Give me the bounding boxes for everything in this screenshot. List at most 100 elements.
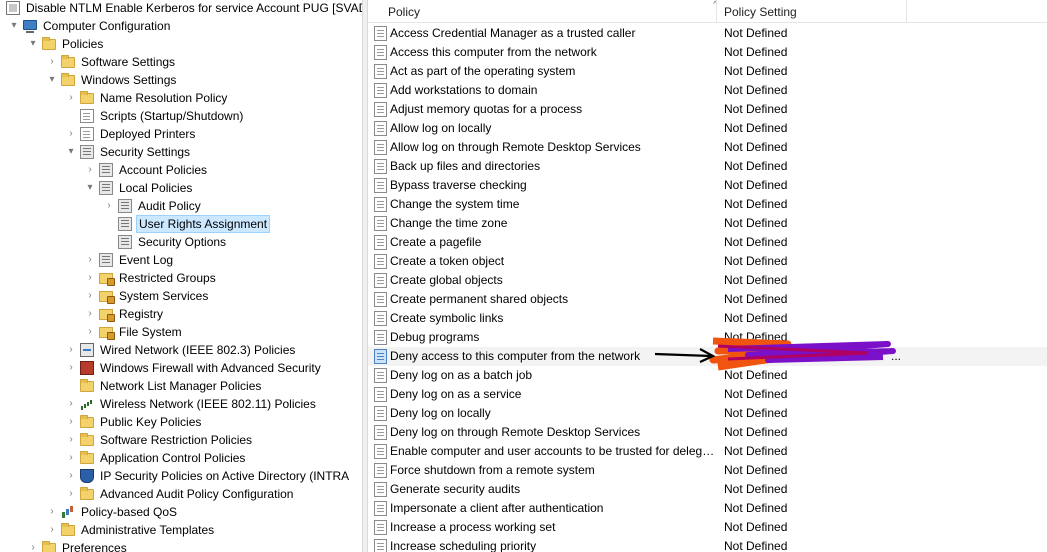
policy-icon <box>374 102 387 117</box>
tree-node-label[interactable]: Registry <box>117 305 165 323</box>
expand-chevron-icon[interactable]: › <box>66 449 76 467</box>
policy-row[interactable]: Deny log on as a service Not Defined <box>368 385 1047 404</box>
expand-chevron-icon[interactable]: › <box>66 413 76 431</box>
policy-row[interactable]: Impersonate a client after authenticatio… <box>368 499 1047 518</box>
tree-node-label[interactable]: Administrative Templates <box>79 521 216 539</box>
column-header-policy[interactable]: Policy <box>384 0 716 22</box>
policy-row[interactable]: Generate security audits Not Defined <box>368 480 1047 499</box>
tree-node-label[interactable]: File System <box>117 323 184 341</box>
tree-node-label[interactable]: Policy-based QoS <box>79 503 179 521</box>
policy-row[interactable]: Deny access to this computer from the ne… <box>368 347 1047 366</box>
collapse-chevron-icon[interactable]: ▾ <box>28 35 38 53</box>
tree-node-label[interactable]: System Services <box>117 287 210 305</box>
tree-node-label[interactable]: Deployed Printers <box>98 125 197 143</box>
column-header-policy-setting[interactable]: Policy Setting <box>720 0 906 22</box>
tree-node-label[interactable]: Security Options <box>136 233 228 251</box>
policy-row[interactable]: Increase scheduling priority Not Defined <box>368 537 1047 552</box>
policy-row[interactable]: Allow log on through Remote Desktop Serv… <box>368 138 1047 157</box>
policy-icon <box>374 64 387 79</box>
policy-row[interactable]: Create symbolic links Not Defined <box>368 309 1047 328</box>
expand-chevron-icon[interactable]: › <box>66 359 76 377</box>
expand-chevron-icon[interactable]: › <box>66 341 76 359</box>
policy-row[interactable]: Bypass traverse checking Not Defined <box>368 176 1047 195</box>
tree-node-label[interactable]: Policies <box>60 35 105 53</box>
expand-chevron-icon[interactable]: › <box>85 251 95 269</box>
expand-chevron-icon[interactable]: › <box>66 125 76 143</box>
policy-row[interactable]: Access Credential Manager as a trusted c… <box>368 24 1047 43</box>
tree-node-label[interactable]: Network List Manager Policies <box>98 377 263 395</box>
policy-row[interactable]: Create a token object Not Defined <box>368 252 1047 271</box>
chart-icon <box>61 505 75 519</box>
expand-chevron-icon[interactable]: › <box>47 503 57 521</box>
expand-chevron-icon[interactable]: › <box>47 521 57 539</box>
expand-chevron-icon[interactable]: › <box>85 305 95 323</box>
policy-row[interactable]: Access this computer from the network Not… <box>368 43 1047 62</box>
policy-row[interactable]: Enable computer and user accounts to be … <box>368 442 1047 461</box>
tree-node-label[interactable]: Computer Configuration <box>41 17 172 35</box>
tree-node-label[interactable]: User Rights Assignment <box>136 215 271 233</box>
tree-node-label[interactable]: Windows Settings <box>79 71 178 89</box>
tree-node-label[interactable]: Security Settings <box>98 143 192 161</box>
policy-row[interactable]: Force shutdown from a remote system Not D… <box>368 461 1047 480</box>
collapse-chevron-icon[interactable]: ▾ <box>9 17 19 35</box>
policy-row[interactable]: Deny log on locally Not Defined <box>368 404 1047 423</box>
expand-chevron-icon[interactable]: › <box>66 467 76 485</box>
tree-node-label[interactable]: Disable NTLM Enable Kerberos for service… <box>24 0 362 17</box>
policy-row[interactable]: Add workstations to domain Not Defined <box>368 81 1047 100</box>
policy-row[interactable]: Increase a process working set Not Define… <box>368 518 1047 537</box>
policy-setting: Not Defined <box>724 539 788 552</box>
tree-node-label[interactable]: Windows Firewall with Advanced Security <box>98 359 323 377</box>
collapse-chevron-icon[interactable]: ▾ <box>85 179 95 197</box>
policy-row[interactable]: Allow log on locally Not Defined <box>368 119 1047 138</box>
tree-node-label[interactable]: Event Log <box>117 251 175 269</box>
tree-node-label[interactable]: Advanced Audit Policy Configuration <box>98 485 295 503</box>
expand-chevron-icon[interactable]: › <box>66 485 76 503</box>
policy-row[interactable]: Deny log on as a batch job Not Defined <box>368 366 1047 385</box>
tree-node-label[interactable]: Audit Policy <box>136 197 203 215</box>
policy-row[interactable]: Back up files and directories Not Defined <box>368 157 1047 176</box>
policy-row[interactable]: Adjust memory quotas for a process Not De… <box>368 100 1047 119</box>
expand-chevron-icon[interactable]: › <box>85 161 95 179</box>
policy-row[interactable]: Deny log on through Remote Desktop Servi… <box>368 423 1047 442</box>
tree-node-label[interactable]: Local Policies <box>117 179 194 197</box>
tree-node-label[interactable]: Public Key Policies <box>98 413 203 431</box>
tree-node-label[interactable]: Name Resolution Policy <box>98 89 229 107</box>
expand-chevron-icon[interactable]: › <box>47 53 57 71</box>
policy-row[interactable]: Create permanent shared objects Not Defin… <box>368 290 1047 309</box>
tree-node-label[interactable]: Scripts (Startup/Shutdown) <box>98 107 245 125</box>
policy-row[interactable]: Change the system time Not Defined <box>368 195 1047 214</box>
expand-chevron-icon[interactable]: › <box>85 269 95 287</box>
policy-list-pane: Policy ^ Policy Setting Access Credentia… <box>368 0 1047 552</box>
tree-node-label[interactable]: IP Security Policies on Active Directory… <box>98 467 351 485</box>
tree-node-label[interactable]: Preferences <box>60 539 129 552</box>
expand-chevron-icon[interactable]: › <box>85 323 95 341</box>
policy-name: Impersonate a client after authenticatio… <box>390 501 604 515</box>
policy-name: Debug programs <box>390 330 480 344</box>
expand-chevron-icon[interactable]: › <box>85 287 95 305</box>
policy-row[interactable]: Debug programs Not Defined <box>368 328 1047 347</box>
policy-name: Allow log on locally <box>390 121 492 135</box>
policy-row[interactable]: Act as part of the operating system Not D… <box>368 62 1047 81</box>
tree-node-label[interactable]: Software Restriction Policies <box>98 431 254 449</box>
folder-icon <box>80 379 94 392</box>
tree-node-label[interactable]: Restricted Groups <box>117 269 218 287</box>
collapse-chevron-icon[interactable]: ▾ <box>66 143 76 161</box>
collapse-chevron-icon[interactable]: ▾ <box>47 71 57 89</box>
expand-chevron-icon[interactable]: › <box>66 431 76 449</box>
policy-row[interactable]: Change the time zone Not Defined <box>368 214 1047 233</box>
tree-node-label[interactable]: Application Control Policies <box>98 449 247 467</box>
policy-setting: ... <box>890 349 901 363</box>
expand-chevron-icon[interactable]: › <box>28 539 38 552</box>
expand-chevron-icon[interactable]: › <box>66 395 76 413</box>
expand-chevron-icon[interactable]: › <box>104 197 114 215</box>
tree-node-label[interactable]: Account Policies <box>117 161 209 179</box>
expand-chevron-icon[interactable]: › <box>66 89 76 107</box>
column-divider[interactable] <box>906 0 907 22</box>
policy-row[interactable]: Create global objects Not Defined <box>368 271 1047 290</box>
tree-node-label[interactable]: Wireless Network (IEEE 802.11) Policies <box>98 395 318 413</box>
policy-row[interactable]: Create a pagefile Not Defined <box>368 233 1047 252</box>
tree-node-label[interactable]: Wired Network (IEEE 802.3) Policies <box>98 341 297 359</box>
tree-node-label[interactable]: Software Settings <box>79 53 177 71</box>
column-divider[interactable] <box>716 0 717 22</box>
folder-icon <box>80 433 94 446</box>
